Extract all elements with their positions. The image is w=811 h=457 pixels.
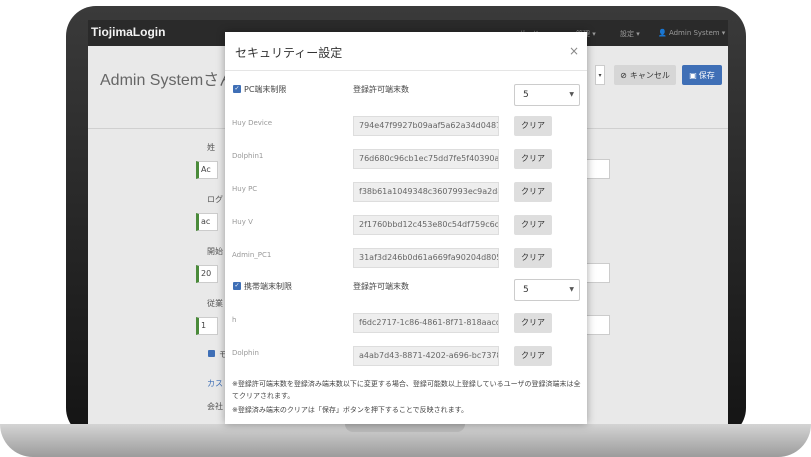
device-id-field: f6dc2717-1c86-4861-8f71-818aacd2e <box>353 313 499 333</box>
pc-limit-checkbox[interactable]: ✓ <box>233 85 241 93</box>
save-label: 保存 <box>698 70 715 80</box>
check-icon: ✓ <box>234 85 240 92</box>
clear-button[interactable]: クリア <box>514 346 552 366</box>
brand-logo[interactable]: TiojimaLogin <box>91 25 165 39</box>
clear-button[interactable]: クリア <box>514 248 552 268</box>
device-name: Admin_PC1 <box>232 251 272 259</box>
mobile-count-label: 登録許可端末数 <box>353 282 409 291</box>
clear-button[interactable]: クリア <box>514 149 552 169</box>
background-checkbox[interactable] <box>208 350 215 357</box>
device-id-field: 76d680c96cb1ec75dd7fe5f40390aa94 <box>353 149 499 169</box>
pc-count-label: 登録許可端末数 <box>353 85 409 94</box>
start-input[interactable]: 20 <box>196 265 218 283</box>
save-button[interactable]: ▣ 保存 <box>682 65 722 85</box>
clear-button[interactable]: クリア <box>514 215 552 235</box>
cancel-label: キャンセル <box>629 70 670 80</box>
device-name: Dolphin1 <box>232 152 264 160</box>
device-name: Huy Device <box>232 119 273 127</box>
employee-input[interactable]: 1 <box>196 317 218 335</box>
field-label-start: 開始 <box>207 247 223 256</box>
device-name: Dolphin <box>232 349 259 357</box>
mobile-count-select[interactable]: 5 ▼ <box>514 279 580 301</box>
device-id-field: f38b61a1049348c3607993ec9a2d8adc <box>353 182 499 202</box>
note-clear-warning: ※登録許可端末数を登録済み端末数以下に変更する場合、登録可能数以上登録しているユ… <box>232 380 581 400</box>
device-id-field: a4ab7d43-8871-4202-a696-bc73786a <box>353 346 499 366</box>
pc-count-select[interactable]: 5 ▼ <box>514 84 580 106</box>
security-settings-modal: セキュリティー設定 × ✓ PC端末制限 登録許可端末数 5 ▼ Huy Dev… <box>225 32 587 424</box>
device-id-field: 2f1760bbd12c453e80c54df759c6cfcd <box>353 215 499 235</box>
modal-header-divider <box>225 70 587 71</box>
mobile-count-value: 5 <box>523 285 529 295</box>
chevron-down-icon: ▼ <box>569 91 574 98</box>
field-label-login: ログ <box>207 195 223 204</box>
device-name: h <box>232 316 237 324</box>
device-id-field: 794e47f9927b09aaf5a62a34d0487612 <box>353 116 499 136</box>
modal-title: セキュリティー設定 <box>235 46 343 60</box>
pc-limit-label: PC端末制限 <box>244 85 287 94</box>
mobile-limit-checkbox[interactable]: ✓ <box>233 282 241 290</box>
device-name: Huy PC <box>232 185 258 193</box>
nav-user-menu[interactable]: 👤 Admin System ▾ <box>658 29 725 37</box>
device-id-field: 31af3d246b0d61a669fa90204d805791 <box>353 248 499 268</box>
close-icon[interactable]: × <box>569 44 579 58</box>
check-icon: ✓ <box>234 282 240 289</box>
save-icon: ▣ <box>689 70 697 80</box>
chevron-down-icon: ▼ <box>569 286 574 293</box>
note-save-reflect: ※登録済み端末のクリアは「保存」ボタンを押下することで反映されます。 <box>232 406 468 414</box>
clear-button[interactable]: クリア <box>514 182 552 202</box>
chevron-down-icon: ▾ <box>598 71 602 79</box>
nav-settings[interactable]: 設定 ▾ <box>620 29 640 39</box>
ban-icon: ⊘ <box>620 70 627 80</box>
mobile-limit-label: 携帯端末制限 <box>244 282 292 291</box>
clear-button[interactable]: クリア <box>514 313 552 333</box>
clear-button[interactable]: クリア <box>514 116 552 136</box>
background-link[interactable]: カス <box>207 378 223 389</box>
background-select[interactable]: ▾ <box>595 65 605 85</box>
surname-input[interactable]: Ac <box>196 161 218 179</box>
cancel-button[interactable]: ⊘ キャンセル <box>614 65 676 85</box>
login-input[interactable]: ac <box>196 213 218 231</box>
device-name: Huy V <box>232 218 253 226</box>
laptop-notch <box>345 424 465 432</box>
field-label-employee: 従業 <box>207 299 223 308</box>
background-company-label: 会社 <box>207 402 223 411</box>
pc-count-value: 5 <box>523 90 529 100</box>
field-label-surname: 姓 <box>207 143 215 152</box>
